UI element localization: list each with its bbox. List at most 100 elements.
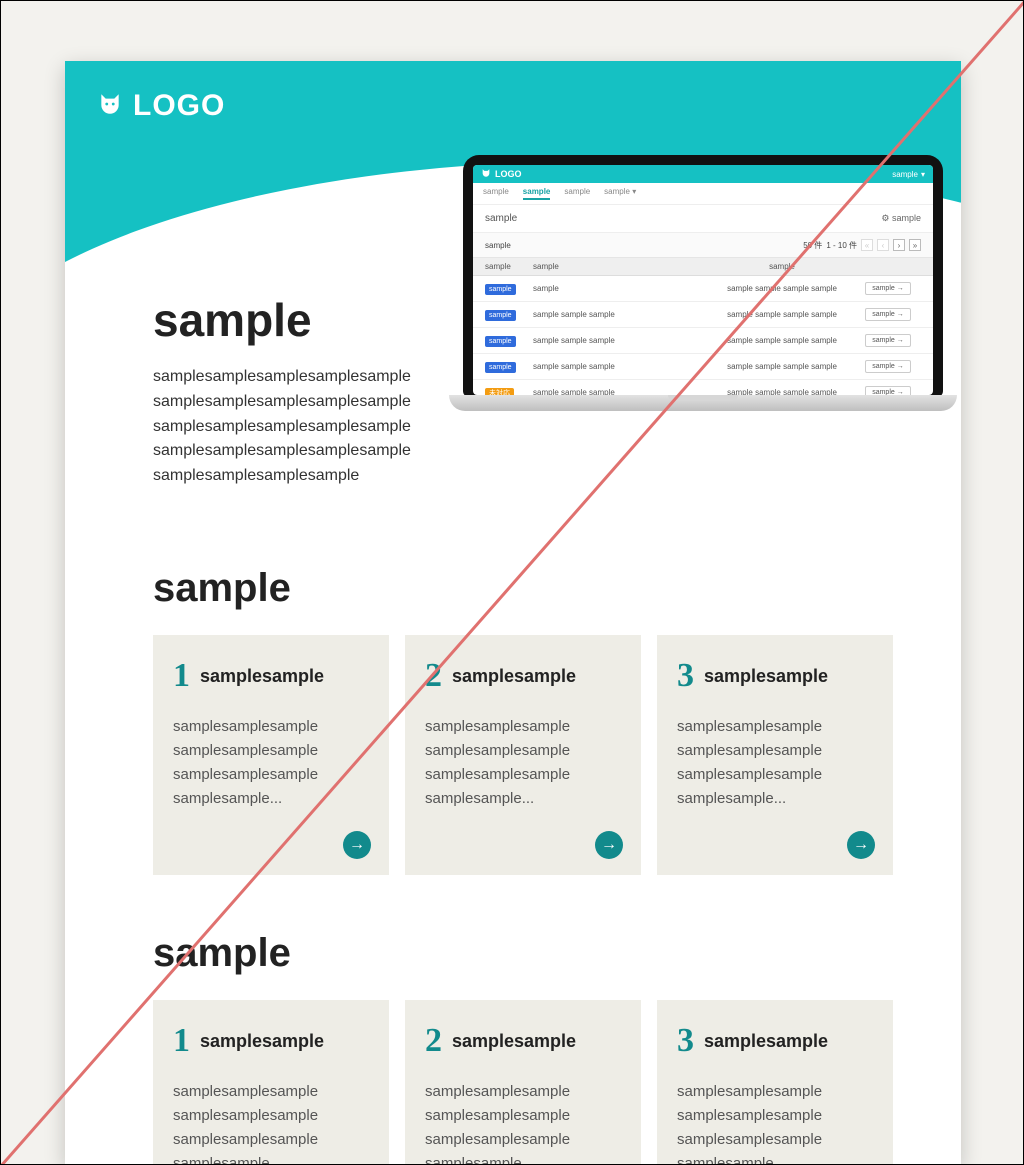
section-1-cards: 1 samplesample samplesamplesample samplesa… [153,635,893,875]
section-2-heading: sample [153,931,893,976]
user-menu[interactable]: sample ▾ [892,170,925,179]
table-row: sample sample sample samplesample sample … [473,354,933,380]
cell-text: sample sample sample sample [699,388,865,395]
toolbar: sample 50 件 1 - 10 件 « ‹ › » [473,233,933,258]
card-arrow-button[interactable]: → [847,831,875,859]
card-number: 3 [677,657,694,695]
view-title: sample [485,213,517,224]
tab-1[interactable]: sample [523,187,551,200]
tab-0[interactable]: sample [483,187,509,200]
brand: LOGO [97,89,225,123]
pager-last[interactable]: » [909,239,921,251]
cell-text: sample sample sample [533,336,699,345]
arrow-right-icon: → [853,836,869,854]
pager-prev[interactable]: ‹ [877,239,889,251]
arrow-right-icon: → [897,337,904,344]
page: LOGO sample samplesamplesamplesamplesamp… [65,61,961,1165]
user-menu-label: sample [892,170,918,179]
section-1: sample 1 samplesample samplesamplesample s… [153,566,893,875]
card-number: 1 [173,657,190,695]
gear-icon: ⚙ [881,213,889,223]
arrow-right-icon: → [897,311,904,318]
chevron-down-icon: ▾ [921,170,925,179]
pager-first[interactable]: « [861,239,873,251]
card-body: samplesamplesample samplesamplesample sa… [677,715,873,811]
cell-text: sample sample sample sample [699,310,865,319]
arrow-right-icon: → [349,836,365,854]
feature-card: 1 samplesample samplesamplesample samplesa… [153,635,389,875]
table-row: sample sample sample samplesample sample … [473,328,933,354]
view-titlebar: sample ⚙ sample [473,205,933,233]
arrow-right-icon: → [897,285,904,292]
app-topbar: LOGO sample ▾ [473,165,933,183]
arrow-right-icon: → [897,389,904,395]
card-body: samplesamplesample samplesamplesample sa… [173,1080,369,1165]
card-body: samplesamplesample samplesamplesample sa… [425,715,621,811]
card-title: samplesample [704,666,828,687]
table-header: sample sample sample [473,258,933,276]
laptop-notch [668,395,738,401]
row-action-button[interactable]: sample → [865,282,911,295]
section-1-heading: sample [153,566,893,611]
feature-card: 2 samplesample samplesamplesample samplesa… [405,635,641,875]
pager: 50 件 1 - 10 件 « ‹ › » [803,239,921,251]
feature-card: 3 samplesample samplesamplesample samplesa… [657,1000,893,1165]
row-action-button[interactable]: sample → [865,386,911,395]
cell-text: sample sample sample sample [699,336,865,345]
card-title: samplesample [704,1031,828,1052]
card-number: 3 [677,1022,694,1060]
cell-text: sample sample sample [533,388,699,395]
app-brand: LOGO [495,169,522,179]
col-2: sample [699,262,865,271]
card-title: samplesample [200,666,324,687]
cell-text: sample sample sample [533,310,699,319]
brand-name: LOGO [133,89,225,123]
chevron-down-icon: ▾ [632,187,636,196]
row-action-button[interactable]: sample → [865,360,911,373]
card-body: samplesamplesample samplesamplesample sa… [173,715,369,811]
cell-text: sample sample sample sample [699,284,865,293]
settings-link[interactable]: ⚙ sample [881,213,921,224]
col-1: sample [533,262,699,271]
table-body: samplesamplesample sample sample samples… [473,276,933,395]
row-action-button[interactable]: sample → [865,308,911,321]
pager-next[interactable]: › [893,239,905,251]
app-tabs: sample sample sample sample ▾ [473,183,933,205]
toolbar-label: sample [485,241,511,250]
table-row: 未対応 sample sample samplesample sample sam… [473,380,933,395]
cell-text: sample sample sample [533,362,699,371]
row-action-button[interactable]: sample → [865,334,911,347]
status-badge: sample [485,336,516,347]
table-row: samplesamplesample sample sample samples… [473,276,933,302]
card-arrow-button[interactable]: → [595,831,623,859]
card-title: samplesample [452,1031,576,1052]
document-frame: LOGO sample samplesamplesamplesamplesamp… [0,0,1024,1165]
section-2: sample 1samplesamplesamplesamplesample s… [153,931,893,1165]
card-title: samplesample [200,1031,324,1052]
arrow-right-icon: → [601,836,617,854]
laptop-bezel: LOGO sample ▾ sample sample sample sampl… [463,155,943,397]
cell-text: sample [533,284,699,293]
card-number: 2 [425,1022,442,1060]
table-row: sample sample sample samplesample sample … [473,302,933,328]
status-badge: sample [485,310,516,321]
card-title: samplesample [452,666,576,687]
status-badge: sample [485,284,516,295]
tab-2[interactable]: sample [564,187,590,200]
status-badge: 未対応 [485,388,514,396]
laptop-base [449,395,957,411]
hero-body: samplesamplesamplesamplesample samplesam… [153,365,463,489]
pager-range: 1 - 10 件 [826,240,857,251]
cat-icon [97,91,123,122]
col-0: sample [485,262,533,271]
card-number: 2 [425,657,442,695]
pager-count: 50 件 [803,240,822,251]
cell-text: sample sample sample sample [699,362,865,371]
status-badge: sample [485,362,516,373]
arrow-right-icon: → [897,363,904,370]
card-arrow-button[interactable]: → [343,831,371,859]
tab-3[interactable]: sample ▾ [604,187,636,200]
col-3 [865,262,921,271]
card-body: samplesamplesample samplesamplesample sa… [677,1080,873,1165]
card-body: samplesamplesample samplesamplesample sa… [425,1080,621,1165]
